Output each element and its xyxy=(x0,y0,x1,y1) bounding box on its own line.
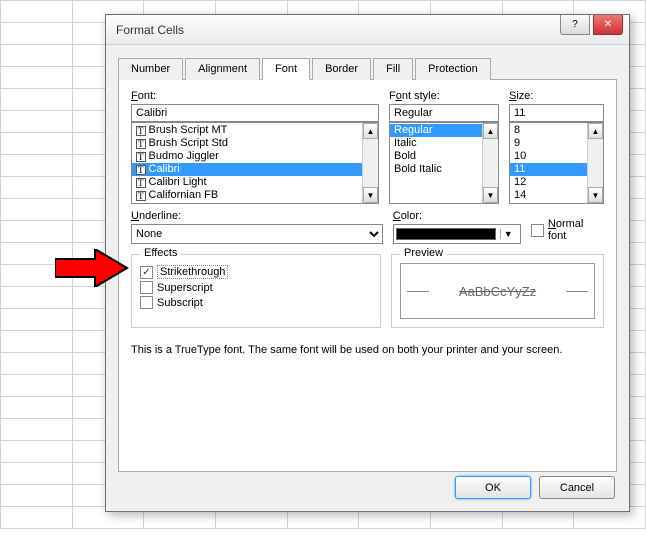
tab-number[interactable]: Number xyxy=(118,58,183,80)
list-item[interactable]: TCalibri Light xyxy=(132,176,378,189)
checkbox-icon xyxy=(140,296,153,309)
titlebar[interactable]: Format Cells ? ✕ xyxy=(106,15,629,45)
effects-group: Effects ✓ Strikethrough Superscript Subs… xyxy=(131,254,381,328)
effects-legend: Effects xyxy=(140,247,181,259)
help-button[interactable]: ? xyxy=(560,15,590,35)
tab-strip: Number Alignment Font Border Fill Protec… xyxy=(118,57,617,80)
tab-protection[interactable]: Protection xyxy=(415,58,491,80)
truetype-icon: T xyxy=(136,139,146,149)
list-item[interactable]: TBrush Script Std xyxy=(132,137,378,150)
list-item[interactable]: TCalifornian FB xyxy=(132,189,378,202)
font-label: Font: xyxy=(131,90,379,102)
size-input[interactable] xyxy=(509,104,604,122)
checkbox-icon: ✓ xyxy=(140,266,153,279)
list-item[interactable]: TBrush Script MT xyxy=(132,124,378,137)
font-input[interactable] xyxy=(131,104,379,122)
truetype-icon: T xyxy=(136,126,146,136)
truetype-icon: T xyxy=(136,152,146,162)
list-item[interactable]: TBudmo Jiggler xyxy=(132,150,378,163)
dialog-title: Format Cells xyxy=(116,23,184,37)
preview-group: Preview AaBbCcYyZz xyxy=(391,254,604,328)
truetype-icon: T xyxy=(136,191,146,201)
tab-fill[interactable]: Fill xyxy=(373,58,413,80)
underline-label: Underline: xyxy=(131,210,383,222)
tab-font[interactable]: Font xyxy=(262,58,310,80)
size-listbox[interactable]: 8 9 10 11 12 14 ▲ ▼ xyxy=(509,122,604,204)
scrollbar[interactable]: ▲ ▼ xyxy=(362,123,378,203)
color-swatch xyxy=(396,228,496,240)
scroll-up-icon[interactable]: ▲ xyxy=(363,123,378,139)
underline-select[interactable]: None xyxy=(131,224,383,244)
callout-arrow-icon xyxy=(55,249,130,287)
preview-legend: Preview xyxy=(400,247,447,259)
list-item[interactable]: TCalibri xyxy=(132,163,378,176)
footnote: This is a TrueType font. The same font w… xyxy=(131,344,604,356)
scroll-down-icon[interactable]: ▼ xyxy=(588,187,603,203)
font-style-label: Font style: xyxy=(389,90,499,102)
strikethrough-checkbox[interactable]: ✓ Strikethrough xyxy=(140,265,372,279)
chevron-down-icon: ▼ xyxy=(500,229,516,239)
scroll-down-icon[interactable]: ▼ xyxy=(483,187,498,203)
format-cells-dialog: Format Cells ? ✕ Number Alignment Font B… xyxy=(105,14,630,512)
scrollbar[interactable]: ▲ ▼ xyxy=(587,123,603,203)
scroll-up-icon[interactable]: ▲ xyxy=(588,123,603,139)
color-select[interactable]: ▼ xyxy=(393,224,521,244)
ok-button[interactable]: OK xyxy=(455,476,531,499)
tab-alignment[interactable]: Alignment xyxy=(185,58,260,80)
checkbox-icon xyxy=(140,281,153,294)
scroll-down-icon[interactable]: ▼ xyxy=(363,187,378,203)
font-style-input[interactable] xyxy=(389,104,499,122)
color-label: Color: xyxy=(393,210,521,222)
font-listbox[interactable]: TBrush Script MT TBrush Script Std TBudm… xyxy=(131,122,379,204)
font-style-listbox[interactable]: Regular Italic Bold Bold Italic ▲ ▼ xyxy=(389,122,499,204)
truetype-icon: T xyxy=(136,178,146,188)
checkbox-icon xyxy=(531,224,544,237)
font-panel: Font: TBrush Script MT TBrush Script Std… xyxy=(118,80,617,472)
preview-box: AaBbCcYyZz xyxy=(400,263,595,319)
scroll-up-icon[interactable]: ▲ xyxy=(483,123,498,139)
tab-border[interactable]: Border xyxy=(312,58,371,80)
cancel-button[interactable]: Cancel xyxy=(539,476,615,499)
size-label: Size: xyxy=(509,90,604,102)
normal-font-checkbox[interactable]: Normal font xyxy=(531,218,604,242)
superscript-checkbox[interactable]: Superscript xyxy=(140,281,372,294)
preview-text: AaBbCcYyZz xyxy=(459,284,536,299)
scrollbar[interactable]: ▲ ▼ xyxy=(482,123,498,203)
subscript-checkbox[interactable]: Subscript xyxy=(140,296,372,309)
close-button[interactable]: ✕ xyxy=(593,15,623,35)
truetype-icon: T xyxy=(136,165,146,175)
